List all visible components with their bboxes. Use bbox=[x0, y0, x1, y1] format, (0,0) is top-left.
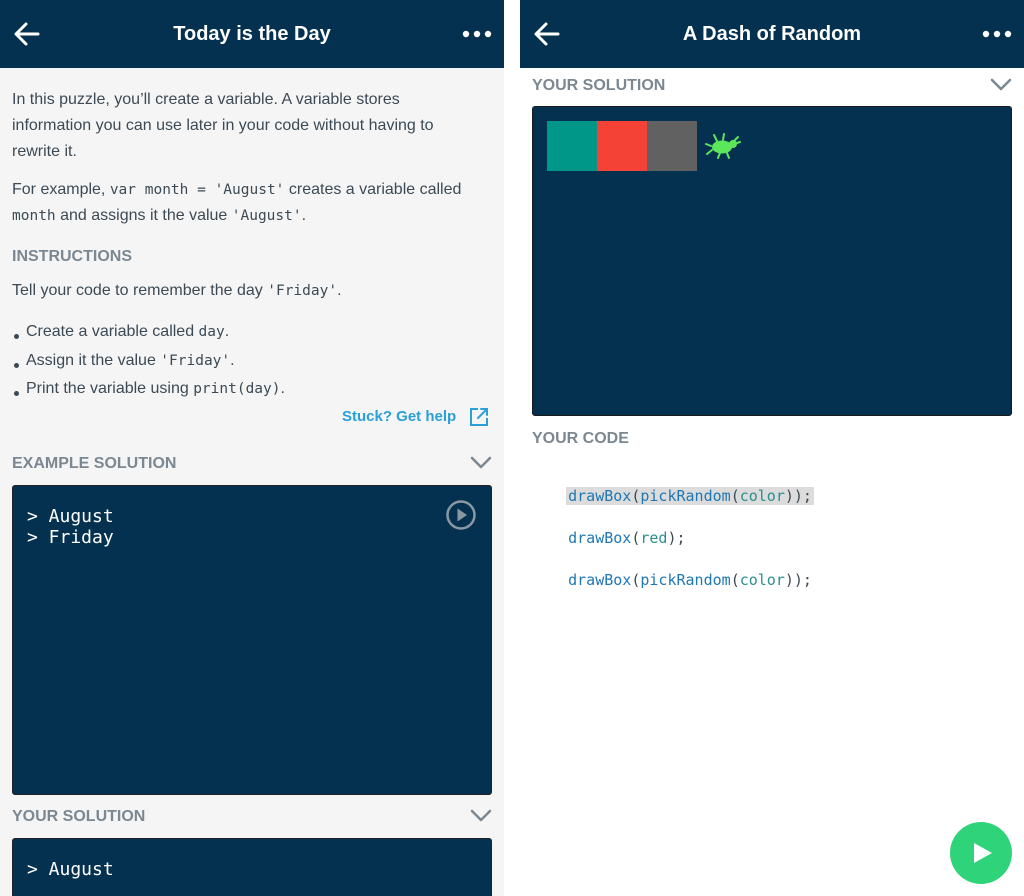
intro-text: In this puzzle, you’ll create a variable… bbox=[12, 91, 434, 160]
run-button[interactable] bbox=[950, 822, 1012, 884]
your-output-console: > August bbox=[12, 838, 492, 896]
play-circle-icon[interactable] bbox=[445, 499, 477, 531]
your-solution-toggle[interactable] bbox=[470, 809, 492, 823]
chevron-down-icon bbox=[470, 456, 492, 469]
arrow-left-icon bbox=[14, 22, 40, 46]
more-button[interactable] bbox=[980, 20, 1014, 48]
chevron-down-icon bbox=[990, 78, 1012, 91]
list-item: Create a variable called day. bbox=[12, 318, 482, 347]
more-dots-icon bbox=[982, 30, 1012, 38]
top-bar: Today is the Day bbox=[0, 0, 504, 68]
right-screen: A Dash of Random YOUR SOLUTION YOUR CODE… bbox=[520, 0, 1024, 896]
get-help-link[interactable]: Stuck? Get help bbox=[340, 406, 492, 430]
top-bar: A Dash of Random bbox=[520, 0, 1024, 68]
your-solution-toggle[interactable] bbox=[990, 78, 1012, 92]
back-button[interactable] bbox=[10, 17, 44, 51]
example-output-console: > August > Friday bbox=[12, 485, 492, 795]
example-solution-heading: EXAMPLE SOLUTION bbox=[12, 455, 177, 472]
drawn-box bbox=[647, 121, 697, 171]
console-line: > August bbox=[27, 859, 114, 880]
drawn-box bbox=[597, 121, 647, 171]
chevron-down-icon bbox=[470, 809, 492, 822]
instructions-heading: INSTRUCTIONS bbox=[12, 248, 132, 265]
code-line[interactable]: drawBox(pickRandom(color)); bbox=[532, 547, 812, 613]
list-item: Print the variable using print(day). bbox=[12, 375, 482, 404]
console-line: > Friday bbox=[27, 527, 114, 548]
more-dots-icon bbox=[462, 30, 492, 38]
drawn-box bbox=[547, 121, 597, 171]
left-screen: Today is the Day In this puzzle, you’ll … bbox=[0, 0, 504, 896]
play-icon bbox=[974, 843, 992, 863]
your-solution-heading: YOUR SOLUTION bbox=[532, 77, 666, 94]
bug-icon bbox=[705, 133, 741, 159]
more-button[interactable] bbox=[460, 20, 494, 48]
external-link-icon bbox=[470, 408, 488, 426]
page-title: A Dash of Random bbox=[682, 23, 862, 45]
instruction-list: Create a variable called day. Assign it … bbox=[12, 318, 482, 404]
instructions-text: Tell your code to remember the day 'Frid… bbox=[12, 282, 342, 299]
get-help-label: Stuck? Get help bbox=[342, 408, 457, 425]
example-solution-toggle[interactable] bbox=[470, 456, 492, 470]
divider bbox=[504, 0, 520, 896]
arrow-left-icon bbox=[534, 22, 560, 46]
your-code-heading: YOUR CODE bbox=[532, 430, 629, 447]
drawing-canvas bbox=[532, 106, 1012, 416]
your-solution-heading: YOUR SOLUTION bbox=[12, 808, 146, 825]
console-line: > August bbox=[27, 506, 114, 527]
example-text: For example, var month = 'August' create… bbox=[12, 181, 462, 224]
list-item: Assign it the value 'Friday'. bbox=[12, 347, 482, 376]
page-title: Today is the Day bbox=[173, 23, 331, 45]
back-button[interactable] bbox=[530, 17, 564, 51]
